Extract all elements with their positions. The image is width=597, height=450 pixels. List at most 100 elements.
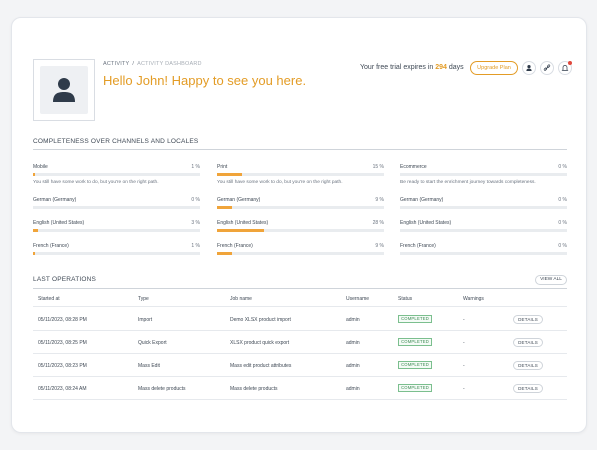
cell-username: admin	[346, 340, 360, 346]
details-button[interactable]: DETAILS	[513, 338, 543, 347]
trial-suffix: days	[448, 64, 464, 71]
row-divider	[33, 353, 567, 354]
status-badge: COMPLETED	[398, 338, 432, 346]
greeting-title: Hello John! Happy to see you here.	[103, 73, 307, 88]
link-icon	[541, 62, 553, 74]
progress-track	[33, 229, 200, 232]
cell-started-at: 05/11/2023, 08:25 PM	[38, 340, 87, 346]
cell-warnings: -	[463, 363, 465, 369]
cell-type: Mass delete products	[138, 386, 186, 392]
cell-type: Quick Export	[138, 340, 167, 346]
notifications-button[interactable]	[558, 61, 572, 75]
locale-percent: 0 %	[191, 197, 200, 203]
channel-message: Be ready to start the enrichment journey…	[400, 180, 536, 185]
progress-fill	[33, 173, 35, 176]
breadcrumb-activity[interactable]: ACTIVITY	[103, 61, 129, 67]
locale-german: German (Germany) 0 %	[400, 197, 567, 209]
progress-track	[33, 173, 200, 176]
progress-track	[33, 252, 200, 255]
locale-german: German (Germany) 0 %	[33, 197, 200, 209]
locale-percent: 0 %	[558, 243, 567, 249]
details-button[interactable]: DETAILS	[513, 361, 543, 370]
locale-percent: 9 %	[375, 197, 384, 203]
locale-english: English (United States) 28 %	[217, 220, 384, 232]
locale-french: French (France) 1 %	[33, 243, 200, 255]
progress-track	[400, 229, 567, 232]
details-button[interactable]: DETAILS	[513, 384, 543, 393]
progress-fill	[33, 229, 38, 232]
upgrade-plan-button[interactable]: Upgrade Plan	[470, 61, 518, 75]
column-job-name[interactable]: Job name	[230, 296, 252, 302]
cell-type: Import	[138, 317, 153, 323]
completeness-title: COMPLETENESS OVER CHANNELS AND LOCALES	[33, 138, 199, 145]
locale-name: French (France)	[33, 243, 69, 249]
column-type[interactable]: Type	[138, 296, 149, 302]
locale-name: French (France)	[217, 243, 253, 249]
channel-percent: 15 %	[372, 164, 384, 170]
channel-ecommerce: Ecommerce 0 % Be ready to start the enric…	[400, 164, 567, 185]
status-badge: COMPLETED	[398, 315, 432, 323]
share-link-button[interactable]	[540, 61, 554, 75]
section-divider	[33, 288, 567, 289]
progress-track	[400, 206, 567, 209]
status-badge: COMPLETED	[398, 384, 432, 392]
cell-username: admin	[346, 363, 360, 369]
locale-english: English (United States) 0 %	[400, 220, 567, 232]
locale-name: French (France)	[400, 243, 436, 249]
channel-name: Print	[217, 164, 228, 170]
locale-name: English (United States)	[400, 220, 452, 226]
cell-username: admin	[346, 386, 360, 392]
locale-percent: 0 %	[558, 197, 567, 203]
details-button[interactable]: DETAILS	[513, 315, 543, 324]
cell-started-at: 05/11/2023, 08:28 PM	[38, 317, 87, 323]
locale-name: German (Germany)	[217, 197, 261, 203]
view-all-button[interactable]: VIEW ALL	[535, 275, 567, 285]
column-warnings[interactable]: Warnings	[463, 296, 484, 302]
locale-french: French (France) 9 %	[217, 243, 384, 255]
cell-warnings: -	[463, 317, 465, 323]
progress-fill	[217, 173, 243, 176]
row-divider	[33, 399, 567, 400]
cell-job-name: Mass delete products	[230, 386, 278, 392]
channel-message: You still have some work to do, but you'…	[217, 180, 343, 185]
progress-track	[217, 206, 384, 209]
channel-percent: 1 %	[191, 164, 200, 170]
progress-track	[217, 252, 384, 255]
locale-percent: 28 %	[372, 220, 384, 226]
cell-type: Mass Edit	[138, 363, 160, 369]
cell-started-at: 05/11/2023, 08:23 PM	[38, 363, 87, 369]
progress-fill	[217, 252, 233, 255]
header-divider	[33, 306, 567, 307]
cell-job-name: Demo XLSX product import	[230, 317, 291, 323]
row-divider	[33, 330, 567, 331]
operations-title: LAST OPERATIONS	[33, 276, 97, 283]
column-status[interactable]: Status	[398, 296, 412, 302]
cell-warnings: -	[463, 386, 465, 392]
locale-name: English (United States)	[33, 220, 85, 226]
column-started-at[interactable]: Started at	[38, 296, 60, 302]
breadcrumb: ACTIVITY / ACTIVITY DASHBOARD	[103, 61, 202, 67]
status-badge: COMPLETED	[398, 361, 432, 369]
progress-track	[33, 206, 200, 209]
trial-prefix: Your free trial expires in	[360, 64, 434, 71]
cell-username: admin	[346, 317, 360, 323]
user-avatar[interactable]	[33, 59, 95, 121]
user-menu-button[interactable]	[522, 61, 536, 75]
progress-track	[217, 229, 384, 232]
row-divider	[33, 376, 567, 377]
progress-fill	[217, 206, 233, 209]
avatar-placeholder-icon	[40, 66, 88, 114]
channel-print: Print 15 % You still have some work to do…	[217, 164, 384, 185]
progress-track	[217, 173, 384, 176]
breadcrumb-separator: /	[132, 61, 135, 67]
progress-fill	[217, 229, 264, 232]
cell-started-at: 05/11/2023, 08:24 AM	[38, 386, 87, 392]
cell-job-name: Mass edit product attributes	[230, 363, 292, 369]
locale-name: German (Germany)	[33, 197, 77, 203]
channel-message: You still have some work to do, but you'…	[33, 180, 159, 185]
progress-track	[400, 252, 567, 255]
notification-badge	[568, 61, 572, 65]
locale-french: French (France) 0 %	[400, 243, 567, 255]
column-username[interactable]: Username	[346, 296, 369, 302]
progress-track	[400, 173, 567, 176]
